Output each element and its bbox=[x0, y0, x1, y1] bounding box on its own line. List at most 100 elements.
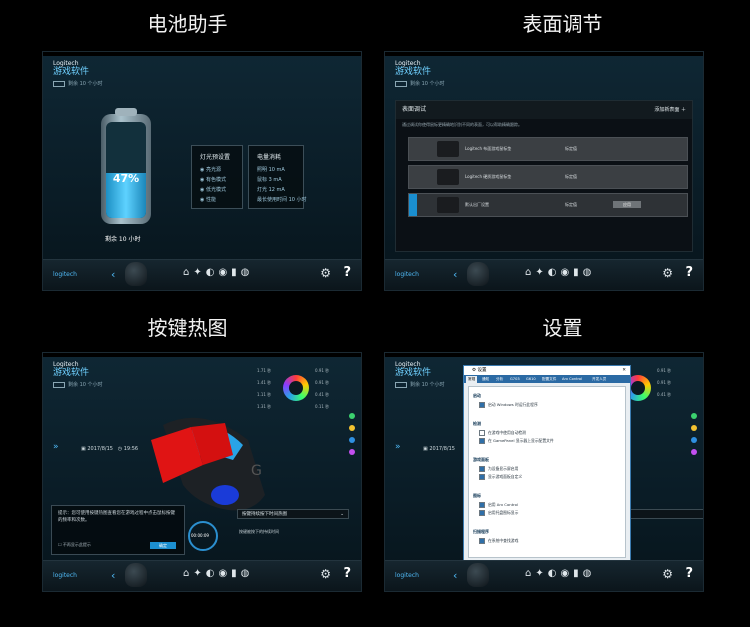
dialog-titlebar: ⚙ 设置 ✕ bbox=[464, 366, 630, 375]
device-mouse-icon[interactable] bbox=[125, 563, 147, 587]
power-row: 最长使用时间 10 小时 bbox=[257, 197, 307, 203]
power-row: 照明 10 mA bbox=[257, 167, 285, 173]
surface-row-selected[interactable]: 默认出厂设置 标定值 应用 bbox=[408, 193, 688, 217]
dont-show-checkbox[interactable]: ☐ 不再显示此提示 bbox=[58, 542, 91, 548]
app-logo: Logitech 游戏软件 bbox=[53, 361, 90, 378]
expand-chevron-icon[interactable]: » bbox=[395, 442, 401, 452]
lighting-title: 灯光预设置 bbox=[200, 154, 231, 161]
battery-status: 剩余 10 个小时 bbox=[395, 80, 445, 87]
heatmap-type-dropdown[interactable]: 按键持续按下时间热图 ⌄ bbox=[237, 509, 349, 519]
caption-settings: 设置 bbox=[542, 316, 583, 340]
svg-text:G: G bbox=[251, 463, 262, 479]
heatmap-type-dropdown[interactable]: ⌄ bbox=[623, 509, 703, 519]
color-swatches[interactable] bbox=[349, 413, 355, 461]
tip-box: 提示：您可使用按键热图查看您在游戏过程中点击鼠标按键的频率和次数。 ☐ 不再显示… bbox=[51, 505, 185, 555]
tab-general[interactable]: 常规 bbox=[466, 376, 478, 383]
color-swatches[interactable] bbox=[691, 413, 697, 461]
help-icon[interactable]: ? bbox=[685, 566, 693, 581]
prev-device-icon[interactable]: ‹ bbox=[111, 268, 115, 281]
ok-button[interactable]: 确定 bbox=[150, 542, 176, 549]
tab-profiles[interactable]: 配置文件 bbox=[542, 376, 556, 383]
apply-button[interactable]: 应用 bbox=[613, 201, 641, 208]
session-date: ▣ 2017/8/15 ◷ 19:56 bbox=[81, 446, 139, 452]
tab-notify[interactable]: 通知 bbox=[482, 376, 489, 383]
option-checkbox[interactable]: 启用托盘图标显示 bbox=[479, 510, 518, 516]
option-checkbox[interactable]: 在系统中查找游戏 bbox=[479, 538, 518, 544]
settings-gear-icon[interactable]: ⚙ bbox=[662, 266, 673, 280]
option-checkbox[interactable]: 为设备显示屏启用 bbox=[479, 466, 518, 472]
settings-dialog: ⚙ 设置 ✕ 常规 通知 分析 G703 G610 配置文件 Arx Contro… bbox=[463, 365, 631, 581]
app-logo: Logitech 游戏软件 bbox=[395, 60, 432, 77]
battery-gauge: 47% bbox=[101, 108, 151, 224]
mousepad-icon bbox=[437, 197, 459, 213]
feature-icons[interactable]: ⌂✦◐◉▮◍ bbox=[525, 267, 595, 278]
app-name: 游戏软件 bbox=[53, 67, 90, 77]
feature-icons[interactable]: ⌂✦◐◉▮◍ bbox=[183, 568, 253, 579]
logitech-logo: logitech bbox=[395, 271, 419, 278]
power-row: 鼠标 3 mA bbox=[257, 177, 282, 183]
close-icon[interactable]: ✕ bbox=[622, 366, 626, 375]
help-icon[interactable]: ? bbox=[343, 566, 351, 581]
tab-analysis[interactable]: 分析 bbox=[496, 376, 503, 383]
surface-row[interactable]: Logitech 硬质游戏鼠标垫 标定值 bbox=[408, 165, 688, 189]
settings-gear-icon[interactable]: ⚙ bbox=[320, 567, 331, 581]
app-logo: Logitech 游戏软件 bbox=[53, 60, 90, 77]
option-checkbox[interactable]: 启动 Windows 时运行此程序 bbox=[479, 402, 538, 408]
settings-content: 启动 启动 Windows 时运行此程序 检测 在游戏中使用自动检测 在 Gam… bbox=[468, 386, 626, 558]
tab-developer[interactable]: 开发人员 bbox=[592, 376, 606, 383]
option-checkbox[interactable]: 显示游戏面板自定义 bbox=[479, 474, 522, 480]
tab-g610[interactable]: G610 bbox=[526, 376, 536, 383]
heat-side-button bbox=[211, 485, 239, 505]
mouse-heatmap: G bbox=[151, 417, 265, 511]
add-surface-button[interactable]: 添加新表面 ＋ bbox=[654, 101, 686, 119]
bottom-bar: logitech ‹ ⌂✦◐◉▮◍ ⚙ ? bbox=[385, 560, 703, 591]
heatmap-description: 按键被按下的持续时间 bbox=[239, 529, 279, 534]
feature-icons[interactable]: ⌂✦◐◉▮◍ bbox=[183, 267, 253, 278]
help-icon[interactable]: ? bbox=[685, 265, 693, 280]
prev-device-icon[interactable]: ‹ bbox=[453, 268, 457, 281]
battery-status: 剩余 10 个小时 bbox=[53, 381, 103, 388]
battery-status: 剩余 10 个小时 bbox=[395, 381, 445, 388]
power-title: 电量消耗 bbox=[257, 154, 282, 161]
help-icon[interactable]: ? bbox=[343, 265, 351, 280]
battery-percent: 47% bbox=[112, 172, 140, 185]
surface-tuning-window: 表面调试 添加新表面 ＋ 通过调试你使得鼠标更精确地识别不同的表面，可以帮助精确… bbox=[395, 100, 693, 252]
app-logo: Logitech 游戏软件 bbox=[395, 361, 432, 378]
caption-battery: 电池助手 bbox=[147, 12, 228, 36]
brand-name: Logitech bbox=[53, 60, 79, 67]
heatmap-panel: Logitech 游戏软件 剩余 10 个小时 » ▣ 2017/8/15 ◷ … bbox=[42, 352, 362, 592]
surface-row[interactable]: Logitech 布面游戏鼠标垫 标定值 bbox=[408, 137, 688, 161]
device-mouse-icon[interactable] bbox=[125, 262, 147, 286]
lighting-option[interactable]: ◉ 亮光源 bbox=[200, 166, 234, 173]
option-checkbox[interactable]: 在游戏中使用自动检测 bbox=[479, 430, 526, 436]
feature-icons[interactable]: ⌂✦◐◉▮◍ bbox=[525, 568, 595, 579]
lighting-option[interactable]: ◉ 性能 bbox=[200, 196, 234, 203]
settings-tabs: 常规 通知 分析 G703 G610 配置文件 Arx Control 开发人员 bbox=[464, 375, 630, 383]
device-mouse-icon[interactable] bbox=[467, 262, 489, 286]
settings-gear-icon[interactable]: ⚙ bbox=[320, 266, 331, 280]
tab-arx[interactable]: Arx Control bbox=[562, 376, 582, 383]
settings-panel: Logitech 游戏软件 剩余 10 个小时 » ▣ 2017/8/15 0.… bbox=[384, 352, 704, 592]
lighting-option[interactable]: ◉ 低光模式 bbox=[200, 186, 234, 193]
battery-panel: Logitech 游戏软件 剩余 10 个小时 47% 剩余 10 小时 灯光预… bbox=[42, 51, 362, 291]
bottom-bar: logitech ‹ ⌂✦◐◉▮◍ ⚙ ? bbox=[385, 259, 703, 290]
bottom-bar: logitech ‹ ⌂✦◐◉▮◍ ⚙ ? bbox=[43, 259, 361, 290]
battery-remaining: 剩余 10 小时 bbox=[105, 236, 141, 243]
logitech-logo: logitech bbox=[53, 572, 77, 579]
prev-device-icon[interactable]: ‹ bbox=[111, 569, 115, 582]
caption-surface: 表面调节 bbox=[522, 12, 603, 36]
surface-window-header: 表面调试 添加新表面 ＋ bbox=[396, 101, 692, 119]
option-checkbox[interactable]: 启用 Arx Control bbox=[479, 502, 518, 508]
logitech-logo: logitech bbox=[395, 572, 419, 579]
surface-panel: Logitech 游戏软件 剩余 10 个小时 表面调试 添加新表面 ＋ 通过调… bbox=[384, 51, 704, 291]
prev-device-icon[interactable]: ‹ bbox=[453, 569, 457, 582]
expand-chevron-icon[interactable]: » bbox=[53, 442, 59, 452]
play-time: 00:00:09 bbox=[191, 533, 209, 538]
surface-title: 表面调试 bbox=[402, 106, 427, 113]
settings-gear-icon[interactable]: ⚙ bbox=[662, 567, 673, 581]
lighting-option[interactable]: ◉ 有色模式 bbox=[200, 176, 234, 183]
tab-g703[interactable]: G703 bbox=[510, 376, 520, 383]
heat-scale-dial bbox=[283, 375, 309, 401]
device-mouse-icon[interactable] bbox=[467, 563, 489, 587]
option-checkbox[interactable]: 在 GamePanel 显示器上显示配置文件 bbox=[479, 438, 554, 444]
